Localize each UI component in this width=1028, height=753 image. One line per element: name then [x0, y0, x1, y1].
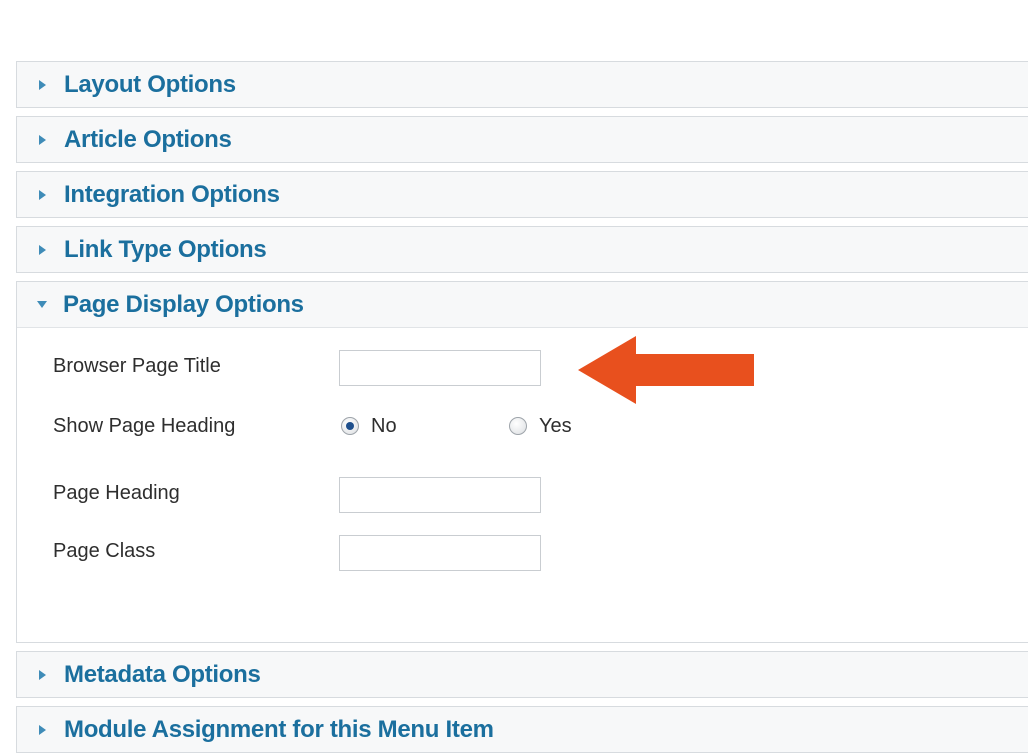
page-heading-input[interactable] — [339, 477, 541, 513]
caret-right-icon — [39, 80, 46, 90]
panel-title: Module Assignment for this Menu Item — [64, 716, 494, 743]
panel-header-metadata-options[interactable]: Metadata Options — [17, 652, 1028, 698]
panel-header-article-options[interactable]: Article Options — [17, 117, 1028, 163]
panel-header-module-assignment[interactable]: Module Assignment for this Menu Item — [17, 707, 1028, 753]
caret-right-icon — [39, 245, 46, 255]
show-page-heading-no-radio[interactable] — [341, 417, 359, 435]
panel-title: Page Display Options — [63, 290, 304, 318]
panel-title: Article Options — [64, 126, 232, 153]
panel-link-type-options: Link Type Options — [16, 226, 1028, 273]
panel-layout-options: Layout Options — [16, 61, 1028, 108]
arrow-left-icon — [578, 336, 754, 404]
caret-down-icon — [37, 301, 47, 308]
panel-header-link-type-options[interactable]: Link Type Options — [17, 227, 1028, 273]
show-page-heading-no-label[interactable]: No — [371, 415, 397, 438]
panel-title: Integration Options — [64, 181, 280, 208]
panel-title: Link Type Options — [64, 236, 267, 263]
browser-page-title-input[interactable] — [339, 350, 541, 386]
panel-module-assignment: Module Assignment for this Menu Item — [16, 706, 1028, 753]
page-class-label: Page Class — [53, 540, 156, 562]
caret-right-icon — [39, 190, 46, 200]
show-page-heading-yes-radio[interactable] — [509, 417, 527, 435]
show-page-heading-yes-label[interactable]: Yes — [539, 415, 572, 438]
show-page-heading-label: Show Page Heading — [53, 415, 236, 437]
panel-header-layout-options[interactable]: Layout Options — [17, 62, 1028, 108]
page-class-input[interactable] — [339, 535, 541, 571]
page-heading-label: Page Heading — [53, 482, 180, 504]
browser-page-title-label: Browser Page Title — [53, 355, 221, 377]
panel-header-integration-options[interactable]: Integration Options — [17, 172, 1028, 218]
panel-metadata-options: Metadata Options — [16, 651, 1028, 698]
panel-article-options: Article Options — [16, 116, 1028, 163]
caret-right-icon — [39, 725, 46, 735]
panel-integration-options: Integration Options — [16, 171, 1028, 218]
caret-right-icon — [39, 670, 46, 680]
panel-title: Metadata Options — [64, 661, 261, 688]
caret-right-icon — [39, 135, 46, 145]
panel-title: Layout Options — [64, 71, 236, 98]
panel-header-page-display-options[interactable]: Page Display Options — [17, 282, 1028, 328]
panel-page-display-options: Page Display Options Browser Page Title … — [16, 281, 1028, 643]
